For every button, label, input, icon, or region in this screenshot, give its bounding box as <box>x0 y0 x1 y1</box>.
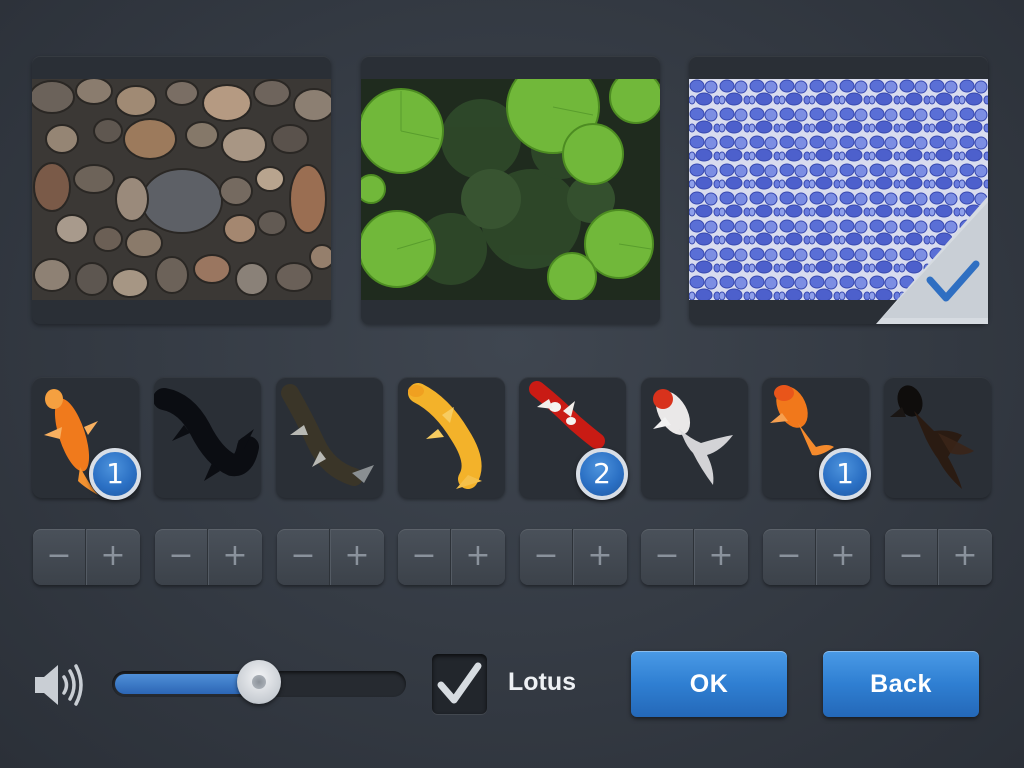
black-goldfish-icon <box>890 385 974 489</box>
black-koi-icon <box>154 388 259 481</box>
decrement-button[interactable]: − <box>155 529 208 585</box>
background-option-pebbles[interactable] <box>32 56 331 324</box>
increment-button[interactable]: + <box>451 529 504 585</box>
fish-option-orange-koi[interactable]: 1 <box>32 377 141 500</box>
golden-koi-icon <box>408 383 482 489</box>
lotus-label: Lotus <box>508 668 577 696</box>
lotus-checkbox[interactable] <box>432 654 487 714</box>
fish-stepper-3: − + <box>277 529 384 585</box>
fish-count-badge: 1 <box>819 448 871 500</box>
decrement-button[interactable]: − <box>763 529 816 585</box>
ok-button[interactable]: OK <box>631 651 787 717</box>
fish-count-badge: 1 <box>89 448 141 500</box>
back-button[interactable]: Back <box>823 651 979 717</box>
dark-koi-icon <box>281 384 374 486</box>
increment-button[interactable]: + <box>208 529 261 585</box>
white-goldfish-icon <box>653 389 733 485</box>
speaker-icon <box>35 664 83 706</box>
fish-stepper-2: − + <box>155 529 262 585</box>
fish-stepper-5: − + <box>520 529 627 585</box>
decrement-button[interactable]: − <box>398 529 451 585</box>
fish-stepper-8: − + <box>885 529 992 585</box>
decrement-button[interactable]: − <box>277 529 330 585</box>
fish-option-dark-koi[interactable] <box>276 377 383 498</box>
fish-count-badge: 2 <box>576 448 628 500</box>
fish-option-black-koi[interactable] <box>154 377 261 498</box>
decrement-button[interactable]: − <box>33 529 86 585</box>
background-option-blue-mosaic[interactable] <box>689 56 988 324</box>
fish-option-black-goldfish[interactable] <box>884 377 991 498</box>
decrement-button[interactable]: − <box>885 529 938 585</box>
background-option-lotus-pond[interactable] <box>361 56 660 324</box>
decrement-button[interactable]: − <box>641 529 694 585</box>
fish-option-white-goldfish[interactable] <box>641 377 748 498</box>
blue-mosaic-thumbnail <box>689 79 988 300</box>
increment-button[interactable]: + <box>938 529 991 585</box>
checkmark-icon <box>437 662 482 704</box>
volume-slider[interactable] <box>112 660 406 704</box>
fish-option-red-white-koi[interactable]: 2 <box>519 377 628 500</box>
lotus-pond-thumbnail <box>361 79 660 300</box>
increment-button[interactable]: + <box>694 529 747 585</box>
fish-stepper-7: − + <box>763 529 870 585</box>
pebbles-thumbnail <box>32 79 331 300</box>
increment-button[interactable]: + <box>86 529 139 585</box>
fish-option-orange-goldfish[interactable]: 1 <box>762 377 871 500</box>
fish-stepper-6: − + <box>641 529 748 585</box>
fish-stepper-4: − + <box>398 529 505 585</box>
decrement-button[interactable]: − <box>520 529 573 585</box>
volume-slider-knob[interactable] <box>237 660 281 704</box>
fish-stepper-1: − + <box>33 529 140 585</box>
increment-button[interactable]: + <box>816 529 869 585</box>
fish-option-golden-koi[interactable] <box>398 377 505 498</box>
increment-button[interactable]: + <box>573 529 626 585</box>
increment-button[interactable]: + <box>330 529 383 585</box>
